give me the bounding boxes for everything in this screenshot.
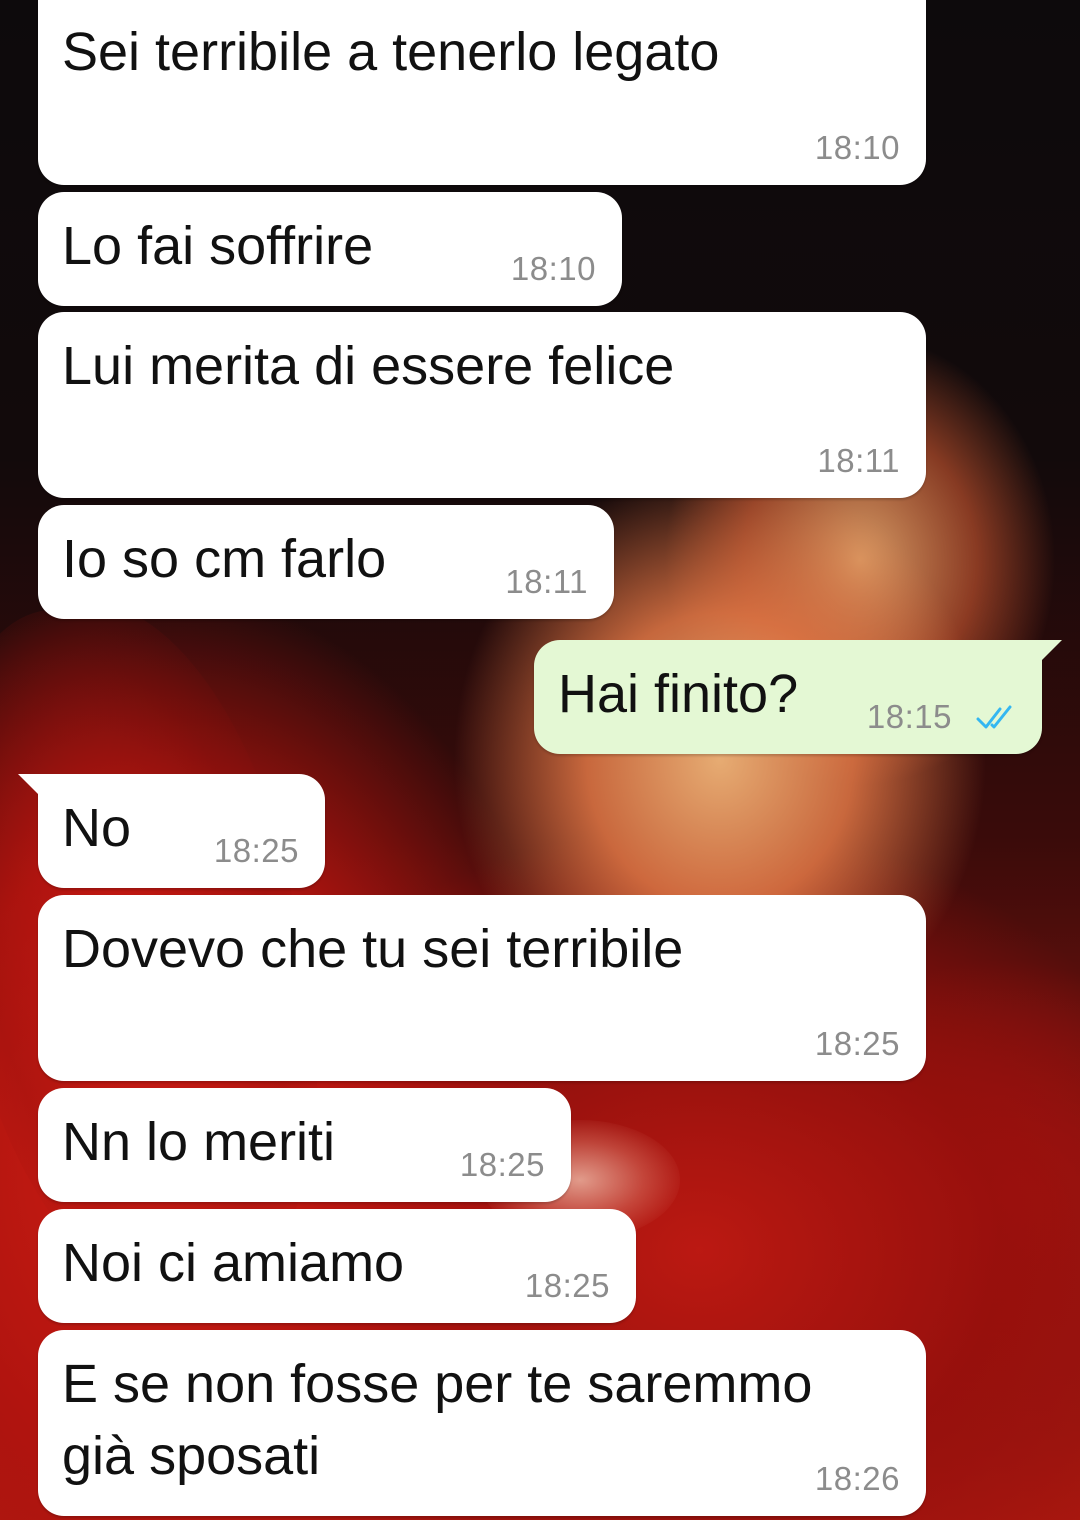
message-text: Hai finito?	[558, 664, 799, 724]
message-text: Noi ci amiamo	[62, 1233, 405, 1293]
message-bubble[interactable]: Nn lo meriti 18:25	[38, 1088, 571, 1202]
message-text: Sei terribile a tenerlo legato	[62, 22, 720, 82]
message-bubble-outgoing[interactable]: Hai finito? 18:15	[534, 640, 1062, 754]
double-check-icon	[976, 705, 1012, 729]
message-bubble[interactable]: Lo fai soffrire 18:10	[38, 192, 622, 306]
message-timestamp: 18:11	[505, 563, 588, 600]
message-bubble[interactable]: Noi ci amiamo 18:25	[38, 1209, 636, 1323]
message-bubble[interactable]: E se non fosse per te saremmo già sposat…	[38, 1330, 926, 1516]
message-timestamp: 18:25	[524, 1267, 610, 1304]
message-bubble[interactable]: Sei terribile a tenerlo legato 18:10	[38, 0, 926, 185]
message-text: E se non fosse per te saremmo già sposat…	[62, 1354, 813, 1486]
message-timestamp: 18:15	[866, 698, 952, 735]
message-bubble[interactable]: Dovevo che tu sei terribile 18:25	[38, 895, 926, 1081]
message-text: Nn lo meriti	[62, 1112, 336, 1172]
bubble-tail	[18, 774, 44, 800]
message-text: Io so cm farlo	[62, 529, 387, 589]
message-timestamp: 18:26	[814, 1460, 900, 1497]
message-bubble[interactable]: Io so cm farlo 18:11	[38, 505, 614, 619]
message-text: Lui merita di essere felice	[62, 336, 675, 396]
message-timestamp: 18:25	[213, 832, 299, 869]
bubble-tail	[1036, 640, 1062, 666]
message-timestamp: 18:10	[814, 129, 900, 166]
message-text: No	[62, 798, 132, 858]
message-text: Dovevo che tu sei terribile	[62, 919, 684, 979]
message-timestamp: 18:25	[814, 1025, 900, 1062]
message-bubble[interactable]: No 18:25	[18, 774, 325, 888]
message-text: Lo fai soffrire	[62, 216, 374, 276]
message-timestamp: 18:11	[817, 442, 900, 479]
message-bubble[interactable]: Lui merita di essere felice 18:11	[38, 312, 926, 498]
message-timestamp: 18:10	[510, 250, 596, 287]
message-timestamp: 18:25	[459, 1146, 545, 1183]
